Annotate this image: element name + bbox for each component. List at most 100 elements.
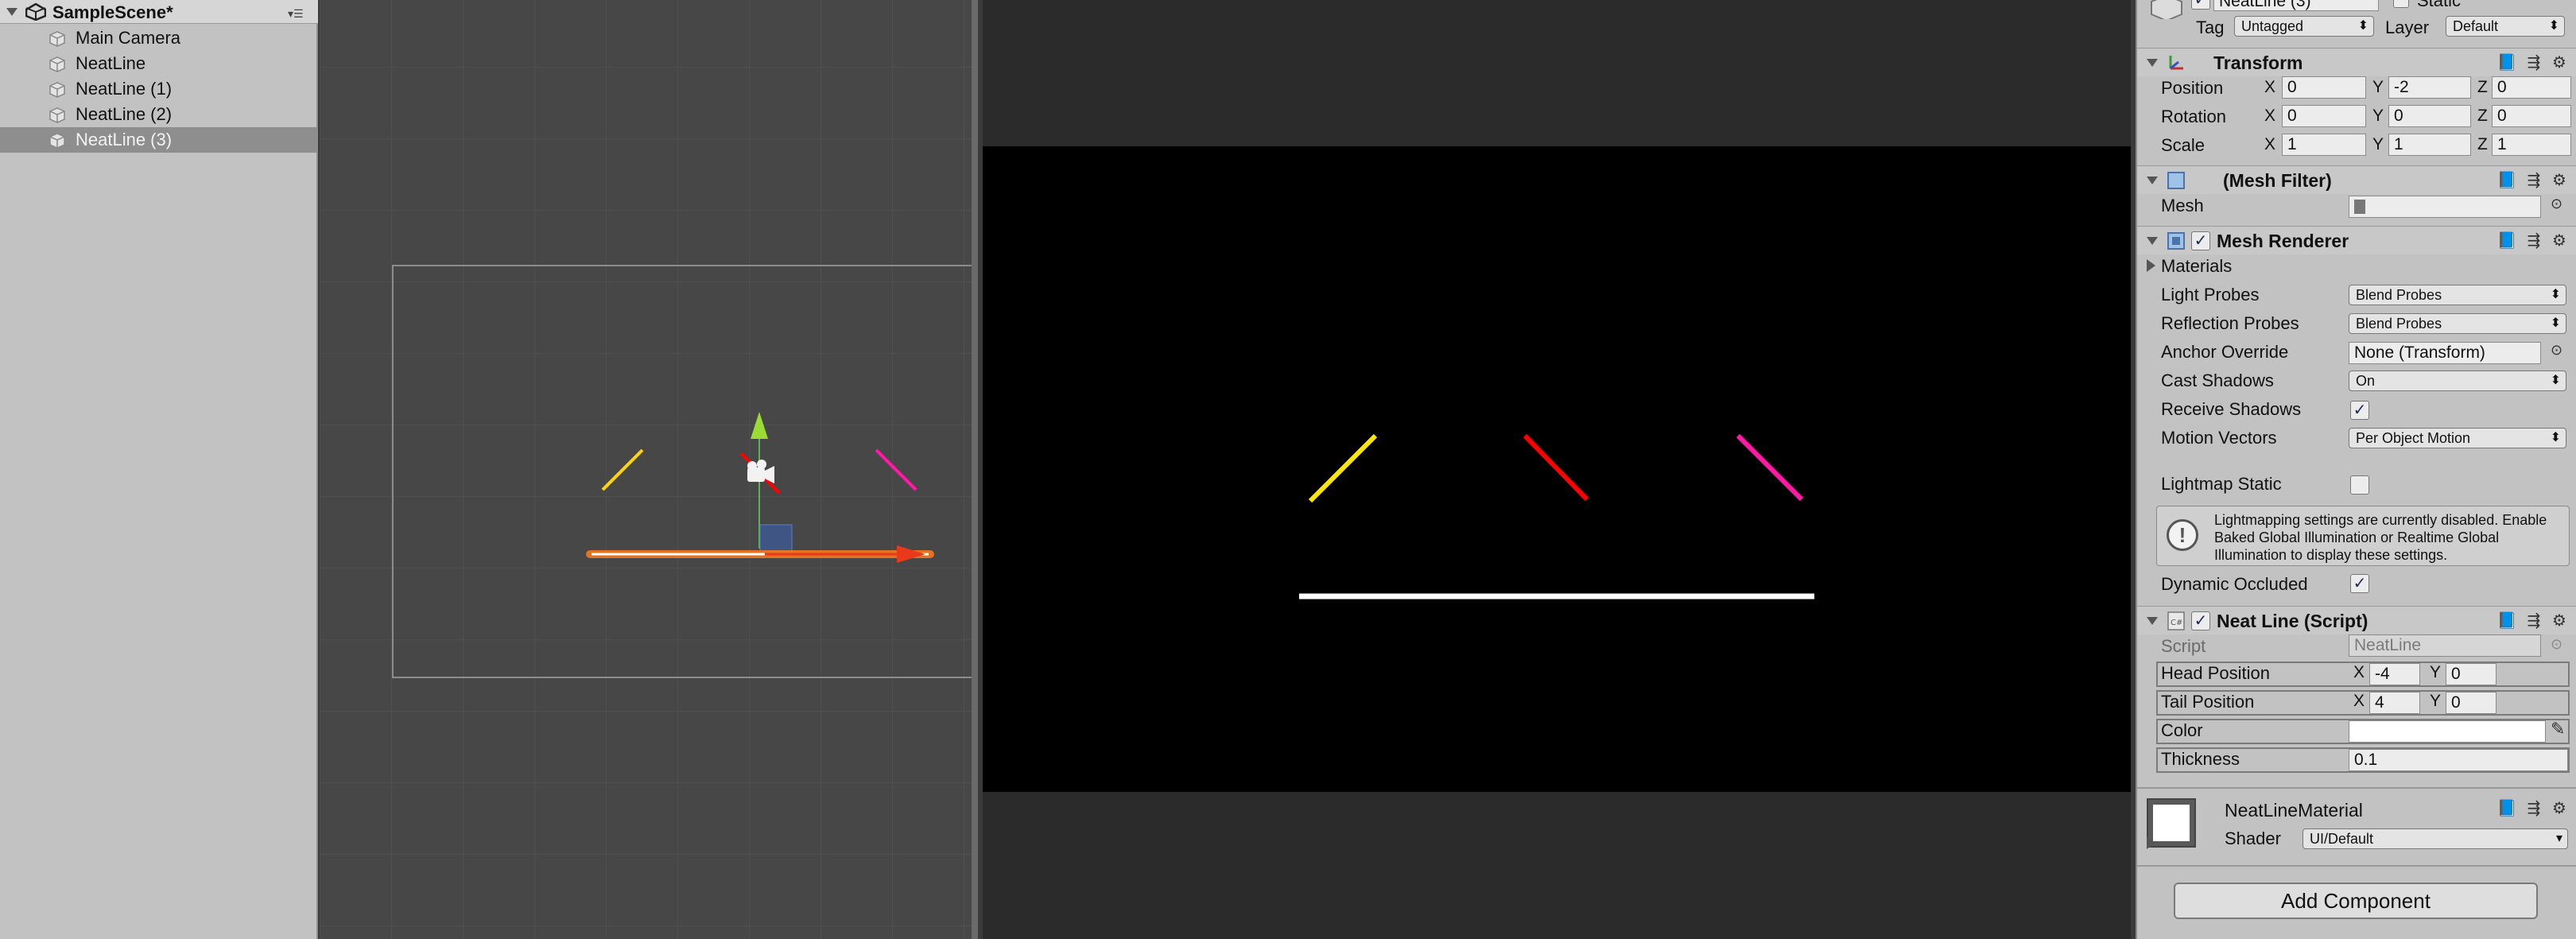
presets-icon[interactable]: ⇶ [2524,52,2544,73]
presets-icon[interactable]: ⇶ [2524,170,2544,191]
hierarchy-item-neatline-2[interactable]: NeatLine (2) [0,102,318,127]
rotation-z-field[interactable]: 0 [2492,105,2571,127]
axis-y-label: Y [2372,78,2384,96]
mesh-renderer-enabled-checkbox[interactable]: ✓ [2191,231,2210,250]
color-swatch-field[interactable] [2349,720,2546,743]
fold-arrow-icon[interactable] [2147,59,2158,67]
motion-vectors-dropdown[interactable]: Per Object Motion ⬍ [2349,428,2566,448]
dynamic-occluded-checkbox[interactable]: ✓ [2350,574,2369,593]
neat-line-script-header[interactable]: C# ✓ Neat Line (Script) 📘 ⇶ ⚙ [2137,606,2576,634]
head-position-x-field[interactable]: -4 [2369,663,2420,685]
tag-dropdown[interactable]: Untagged ⬍ [2234,16,2374,37]
presets-icon[interactable]: ⇶ [2524,611,2544,631]
scene-view[interactable] [320,0,978,939]
anchor-override-field[interactable]: None (Transform) [2349,342,2541,364]
presets-icon[interactable]: ⇶ [2524,798,2544,819]
mesh-filter-header[interactable]: (Mesh Filter) 📘 ⇶ ⚙ [2137,165,2576,194]
head-position-y-field[interactable]: 0 [2446,663,2496,685]
scale-x-field[interactable]: 1 [2282,134,2366,156]
dropdown-arrow-icon: ⬍ [2357,19,2368,33]
rotation-x-field[interactable]: 0 [2282,105,2366,127]
lightmapping-help-box: ! Lightmapping settings are currently di… [2156,506,2570,566]
material-fold-arrow-icon[interactable] [2147,836,2155,849]
position-x-field[interactable]: 0 [2282,76,2366,99]
hierarchy-item-neatline-3[interactable]: NeatLine (3) [0,127,318,153]
gameobject-cube-icon [49,56,65,72]
materials-fold-arrow-icon[interactable] [2147,259,2155,272]
layer-dropdown[interactable]: Default ⬍ [2446,16,2565,37]
hierarchy-item-neatline[interactable]: NeatLine [0,51,318,76]
layer-value: Default [2453,18,2499,34]
object-picker-icon[interactable]: ⊙ [2551,196,2562,212]
gameobject-name-field[interactable]: NeatLine (3) [2213,0,2379,11]
help-book-icon[interactable]: 📘 [2496,52,2517,73]
hierarchy-item-main-camera[interactable]: Main Camera [0,25,318,51]
rotation-y-field[interactable]: 0 [2388,105,2471,127]
axis-y-label: Y [2430,663,2442,681]
neat-line-title: Neat Line (Script) [2217,611,2368,631]
axis-x-label: X [2264,135,2276,153]
lightmap-static-label: Lightmap Static [2161,474,2282,494]
mesh-filter-title: (Mesh Filter) [2223,170,2332,191]
game-view[interactable] [983,0,2131,939]
axis-z-label: Z [2477,78,2488,96]
gizmo-plane-handle[interactable] [759,524,793,553]
game-line-magenta [1736,433,1804,502]
fold-arrow-icon[interactable] [2147,617,2158,625]
axis-y-label: Y [2372,135,2384,153]
hierarchy-item-label: NeatLine (3) [76,130,173,149]
neat-line-enabled-checkbox[interactable]: ✓ [2191,611,2210,631]
light-probes-label: Light Probes [2161,285,2260,305]
reflection-probes-label: Reflection Probes [2161,313,2299,333]
gear-icon[interactable]: ⚙ [2549,170,2570,191]
object-picker-icon[interactable]: ⊙ [2551,342,2562,359]
anchor-override-label: Anchor Override [2161,342,2289,362]
tail-position-y-field[interactable]: 0 [2446,692,2496,714]
presets-icon[interactable]: ⇶ [2524,231,2544,251]
thickness-field[interactable]: 0.1 [2349,749,2568,771]
gear-icon[interactable]: ⚙ [2549,798,2570,819]
lightmap-static-checkbox[interactable] [2350,475,2369,495]
position-label: Position [2161,78,2224,98]
scale-z-field[interactable]: 1 [2492,134,2571,156]
shader-dropdown[interactable]: UI/Default ▾ [2302,828,2568,849]
scale-y-field[interactable]: 1 [2388,134,2471,156]
scene-header[interactable]: SampleScene* ▾☰ [0,0,318,24]
position-y-field[interactable]: -2 [2388,76,2471,99]
eyedropper-icon[interactable]: ✎ [2551,719,2565,739]
gear-icon[interactable]: ⚙ [2549,231,2570,251]
gear-icon[interactable]: ⚙ [2549,52,2570,73]
active-checkbox[interactable]: ✓ [2191,0,2210,10]
position-z-field[interactable]: 0 [2492,76,2571,99]
cast-shadows-dropdown[interactable]: On ⬍ [2349,371,2566,391]
transform-header[interactable]: Transform 📘 ⇶ ⚙ [2137,48,2576,76]
gameobject-cube-icon [49,107,65,123]
light-probes-dropdown[interactable]: Blend Probes ⬍ [2349,285,2566,305]
mesh-object-field[interactable] [2349,196,2541,218]
fold-arrow-icon[interactable] [2147,237,2158,245]
add-component-button[interactable]: Add Component [2174,883,2538,919]
tail-position-x-field[interactable]: 4 [2369,692,2420,714]
scene-view-canvas[interactable] [320,0,978,939]
fold-arrow-icon[interactable] [2147,177,2158,184]
help-book-icon[interactable]: 📘 [2496,798,2517,819]
fold-arrow-icon[interactable] [6,8,17,16]
tag-value: Untagged [2241,18,2304,34]
receive-shadows-checkbox[interactable]: ✓ [2350,401,2369,420]
axis-x-label: X [2264,78,2276,96]
gear-icon[interactable]: ⚙ [2549,611,2570,631]
dropdown-arrow-icon: ⬍ [2550,374,2561,387]
static-checkbox[interactable] [2393,0,2409,8]
rotation-label: Rotation [2161,107,2226,126]
reflection-probes-dropdown[interactable]: Blend Probes ⬍ [2349,313,2566,334]
help-book-icon[interactable]: 📘 [2496,611,2517,631]
axis-y-label: Y [2372,107,2384,125]
transform-icon [2169,56,2183,70]
mesh-renderer-header[interactable]: ✓ Mesh Renderer 📘 ⇶ ⚙ [2137,226,2576,254]
context-menu-icon[interactable]: ▾☰ [288,7,312,20]
help-book-icon[interactable]: 📘 [2496,170,2517,191]
hierarchy-item-neatline-1[interactable]: NeatLine (1) [0,76,318,102]
help-book-icon[interactable]: 📘 [2496,231,2517,251]
gameobject-icon [2150,0,2183,22]
axis-z-label: Z [2477,135,2488,153]
